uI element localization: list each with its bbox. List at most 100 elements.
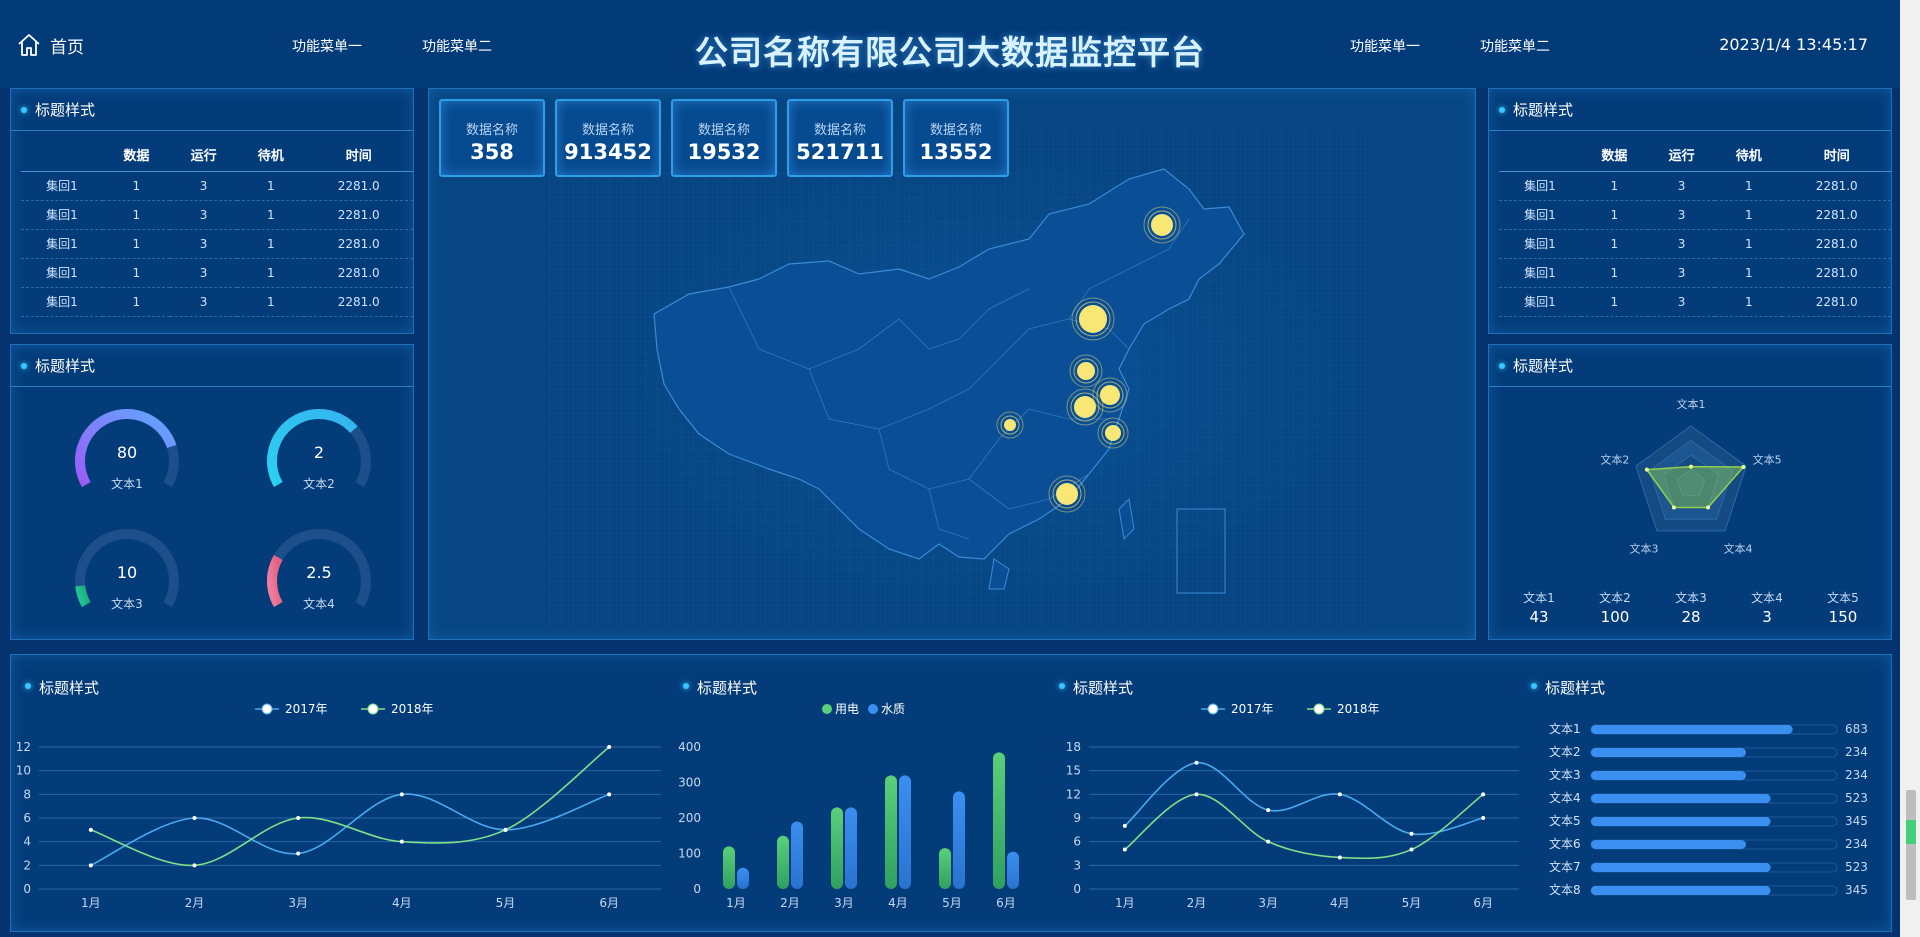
- panel-title: 标题样式: [11, 345, 413, 387]
- column-header: 运行: [169, 139, 238, 172]
- series-point: [192, 816, 197, 820]
- stat-value: 3: [1762, 608, 1772, 626]
- gauges-panel: 标题样式 80 文本1 2 文本2 10 文本3 2.5 文本4: [10, 344, 414, 640]
- right-menu-item-2[interactable]: 功能菜单二: [1480, 36, 1550, 56]
- series-point: [607, 792, 612, 797]
- x-tick-label: 3月: [834, 896, 854, 910]
- hbar-value: 345: [1845, 883, 1868, 897]
- x-tick-label: 1月: [726, 896, 746, 910]
- hbar-value: 234: [1845, 768, 1868, 782]
- x-tick-label: 6月: [996, 896, 1016, 910]
- table-cell: 1: [1580, 229, 1648, 259]
- legend-marker: [1313, 703, 1325, 715]
- gauge-3: 10 文本3: [57, 523, 197, 633]
- bar: [1007, 851, 1019, 889]
- table-cell: 1: [1580, 258, 1648, 288]
- y-tick-label: 0: [23, 882, 31, 896]
- legend-marker: [1207, 703, 1219, 715]
- tag-value: 358: [470, 140, 514, 164]
- table-cell: 2281.0: [304, 287, 413, 317]
- series-point: [1481, 816, 1486, 820]
- y-tick-label: 4: [23, 835, 31, 849]
- radar-point: [1706, 505, 1711, 510]
- hbar-label: 文本8: [1549, 882, 1581, 897]
- radar-axis-label: 文本3: [1629, 542, 1658, 556]
- table-row: 集回1 1 3 1 2281.0: [21, 229, 413, 259]
- y-tick-label: 300: [678, 776, 701, 790]
- hbar-fill: [1591, 863, 1771, 872]
- table-cell: 3: [1647, 171, 1716, 201]
- scrollbar-thumb[interactable]: [1906, 790, 1916, 900]
- x-tick-label: 6月: [1473, 896, 1493, 910]
- x-tick-label: 3月: [288, 896, 308, 910]
- hbar-value: 345: [1845, 814, 1868, 828]
- table-cell: 3: [1647, 200, 1716, 230]
- left-data-table: 数据 运行 待机 时间 集回1 1 3 1 2281.0 集回1 1 3 1 2281.0 集回…: [21, 139, 413, 317]
- x-tick-label: 5月: [496, 896, 516, 910]
- table-row: 集回1 1 3 1 2281.0: [1499, 287, 1891, 317]
- series-line: [1124, 793, 1484, 860]
- legend-label: 2018年: [391, 702, 434, 716]
- table-row: 集回1 1 3 1 2281.0: [21, 200, 413, 230]
- scrollbar-track[interactable]: [1900, 0, 1920, 937]
- hbar-fill: [1591, 771, 1746, 780]
- radar-panel: 标题样式 文本1 文本5 文本4 文本3 文本2 文本1 43 文本2 100 文本3 …: [1488, 344, 1892, 640]
- series-point: [88, 827, 93, 832]
- hbar-label: 文本2: [1549, 744, 1581, 759]
- panel-title: 标题样式: [1489, 89, 1891, 131]
- table-cell: 2281.0: [1782, 200, 1891, 230]
- table-cell: 3: [169, 200, 238, 230]
- tag-label: 数据名称: [581, 123, 634, 138]
- table-cell: 3: [169, 287, 238, 317]
- table-cell: 1: [1580, 287, 1648, 317]
- tag-label: 数据名称: [813, 123, 866, 138]
- right-data-table: 数据 运行 待机 时间 集回1 1 3 1 2281.0 集回1 1 3 1 2281.0 集回…: [1499, 139, 1891, 317]
- radar-stat-2: 文本2 100: [1577, 589, 1653, 626]
- column-header: 运行: [1647, 139, 1716, 172]
- scrollbar-indicator: [1906, 820, 1916, 844]
- table-cell: 3: [1647, 287, 1716, 317]
- y-tick-label: 0: [693, 882, 701, 896]
- table-cell: 1: [1715, 229, 1783, 259]
- gauge-value: 2.5: [306, 563, 332, 582]
- x-tick-label: 5月: [942, 896, 962, 910]
- series-point: [399, 839, 404, 844]
- radar-stat-4: 文本4 3: [1729, 589, 1805, 626]
- hbar-fill: [1591, 817, 1771, 826]
- hbar-label: 文本6: [1549, 836, 1581, 851]
- bar: [953, 791, 965, 889]
- data-tag-5: 数据名称 13552: [903, 99, 1009, 177]
- series-point: [1337, 792, 1342, 797]
- x-tick-label: 2月: [185, 896, 205, 910]
- radar-stat-3: 文本3 28: [1653, 589, 1729, 626]
- series-point: [1409, 847, 1414, 852]
- radar-axis-label: 文本1: [1677, 397, 1706, 411]
- y-tick-label: 10: [16, 764, 31, 778]
- map-point: [1105, 425, 1121, 441]
- data-tag-1: 数据名称 358: [439, 99, 545, 177]
- table-cell: 1: [1715, 258, 1783, 288]
- stat-label: 文本5: [1827, 591, 1859, 605]
- gauge-1: 80 文本1: [57, 403, 197, 513]
- top-header: 首页 功能菜单一 功能菜单二 公司名称有限公司大数据监控平台 功能菜单一 功能菜…: [0, 0, 1900, 88]
- tag-value: 913452: [564, 140, 652, 164]
- table-cell: 1: [1715, 171, 1783, 201]
- y-tick-label: 8: [23, 787, 31, 801]
- data-tag-2: 数据名称 913452: [555, 99, 661, 177]
- x-tick-label: 2月: [780, 896, 800, 910]
- legend-label: 2017年: [1231, 702, 1274, 716]
- series-point: [192, 863, 197, 868]
- panel-title: 标题样式: [11, 89, 413, 131]
- radar-axis-label: 文本4: [1724, 542, 1753, 556]
- radar-stat-5: 文本5 150: [1805, 589, 1881, 626]
- panel-title: 标题样式: [1489, 345, 1891, 387]
- y-tick-label: 0: [1073, 882, 1081, 896]
- legend-marker: [822, 704, 832, 714]
- data-tag-4: 数据名称 521711: [787, 99, 893, 177]
- series-point: [1409, 831, 1414, 836]
- right-menu-item-1[interactable]: 功能菜单一: [1350, 36, 1420, 56]
- clock: 2023/1/4 13:45:17: [1719, 35, 1868, 54]
- table-cell: 2281.0: [1782, 258, 1891, 288]
- table-row: 集回1 1 3 1 2281.0: [21, 287, 413, 317]
- legend-marker: [868, 704, 878, 714]
